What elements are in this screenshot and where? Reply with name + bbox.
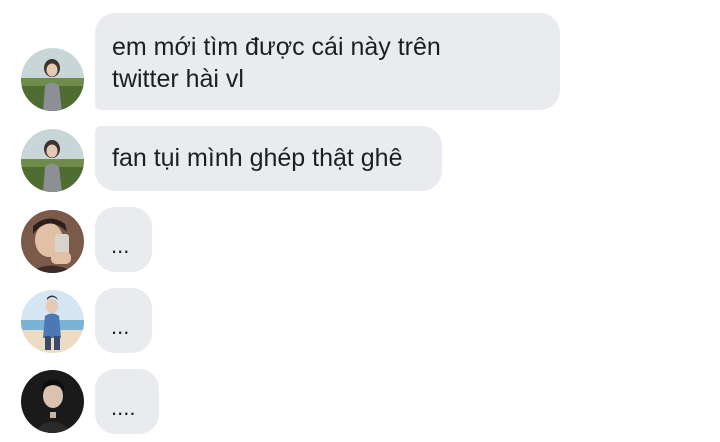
message-bubble[interactable]: fan tụi mình ghép thật ghê: [95, 126, 442, 191]
avatar[interactable]: [21, 290, 84, 353]
message-text: ...: [111, 314, 130, 339]
avatar[interactable]: [21, 370, 84, 433]
avatar[interactable]: [21, 48, 84, 111]
profile-photo-beach-icon: [21, 290, 84, 353]
message-bubble[interactable]: ...: [95, 207, 152, 272]
message-bubble[interactable]: ...: [95, 288, 152, 353]
message-text: ...: [111, 233, 130, 258]
message-text: ....: [111, 395, 136, 420]
profile-photo-dark-portrait-icon: [21, 370, 84, 433]
message-text-line: fan tụi mình ghép thật ghê: [112, 144, 403, 172]
message-thread: em mới tìm được cái này trên twitter hài…: [0, 0, 720, 442]
profile-photo-girl-in-field-icon: [21, 129, 84, 192]
message-bubble[interactable]: em mới tìm được cái này trên twitter hài…: [95, 13, 560, 110]
message-bubble[interactable]: ....: [95, 369, 159, 434]
avatar[interactable]: [21, 210, 84, 273]
profile-photo-selfie-with-phone-icon: [21, 210, 84, 273]
profile-photo-girl-in-field-icon: [21, 48, 84, 111]
message-text-line: twitter hài vl: [112, 65, 244, 93]
avatar[interactable]: [21, 129, 84, 192]
message-text-line: em mới tìm được cái này trên: [112, 33, 441, 61]
